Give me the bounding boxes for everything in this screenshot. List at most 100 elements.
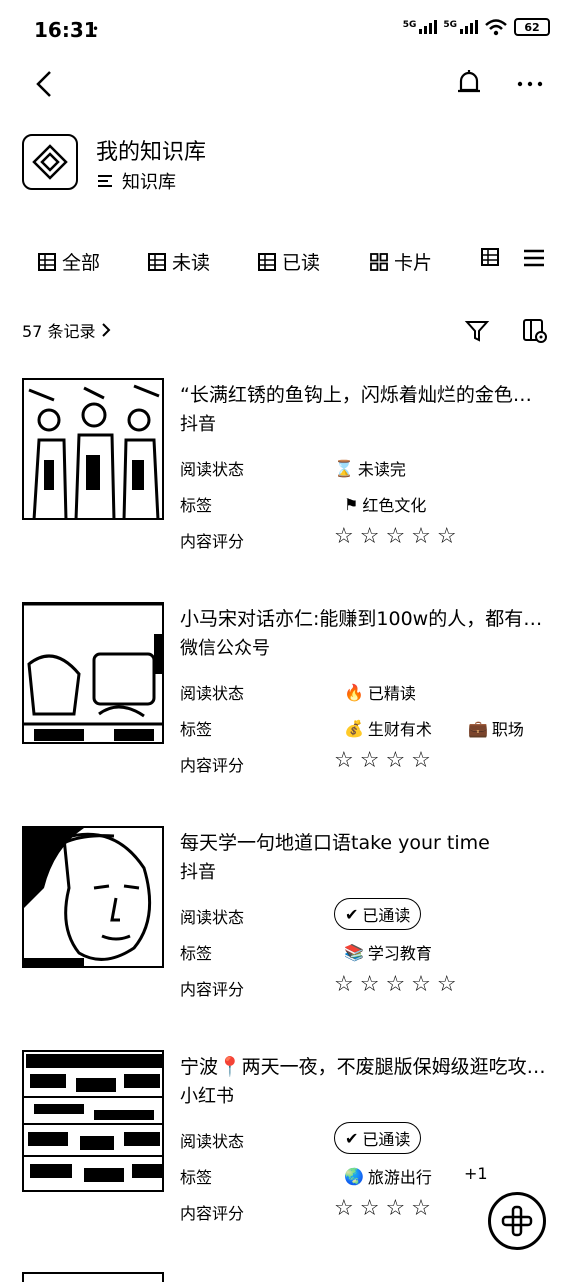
read-status-label: 阅读状态	[180, 460, 245, 479]
item-source: 抖音	[180, 414, 216, 435]
flame-icon: 🔥	[344, 682, 364, 702]
item-thumbnail	[22, 602, 164, 744]
rating-label: 内容评分	[180, 532, 245, 551]
item-title: 每天学一句地道口语take your time	[180, 832, 490, 854]
field-settings-button[interactable]	[522, 318, 548, 344]
thumbnail-image	[24, 1052, 162, 1190]
read-status-text: 已精读	[367, 684, 416, 703]
read-status-value[interactable]: ⌛ 未读完	[334, 456, 406, 480]
tag-chip[interactable]: 🌏 旅游出行	[344, 1164, 432, 1188]
back-button[interactable]	[28, 64, 64, 104]
tag-chip[interactable]: 📚 学习教育	[344, 940, 432, 964]
tag-chip[interactable]: 💼 职场	[468, 716, 524, 740]
signal-icon: 5G	[443, 20, 478, 34]
books-icon: 📚	[344, 942, 364, 962]
star-rating[interactable]: ☆☆☆☆☆	[334, 972, 463, 997]
tab-unread[interactable]: 未读	[148, 248, 210, 275]
status-time: 16:31	[34, 18, 98, 42]
tag-text: 职场	[491, 720, 524, 739]
tab-label: 全部	[62, 252, 101, 274]
checkmark-icon: ✔	[345, 904, 359, 924]
list-item[interactable]: 宁波📍两天一夜，不废腿版保姆级逛吃攻… 小红书 阅读状态 ✔ 已通读 标签 🌏 …	[22, 1050, 562, 1250]
read-status-value[interactable]: ✔ 已通读	[334, 898, 422, 930]
tag-chip[interactable]: ⚑ 红色文化	[344, 492, 426, 516]
page-subtitle[interactable]: 知识库	[96, 168, 176, 194]
read-status-value[interactable]: ✔ 已通读	[334, 1122, 422, 1154]
item-title: “长满红锈的鱼钩上，闪烁着灿烂的金色…	[180, 384, 532, 406]
more-tags-count[interactable]: +1	[464, 1164, 488, 1183]
plus-icon	[501, 1205, 533, 1237]
tag-text: 学习教育	[367, 944, 432, 963]
hourglass-icon: ⌛	[334, 458, 354, 478]
chevron-right-icon	[102, 323, 111, 337]
tab-label: 已读	[282, 252, 321, 274]
item-thumbnail	[22, 1050, 164, 1192]
thumbnail-image	[24, 604, 162, 742]
battery-icon: 62	[514, 18, 550, 36]
page-title: 我的知识库	[96, 140, 207, 165]
bell-button[interactable]	[454, 68, 484, 100]
read-status-text: 未读完	[357, 460, 406, 479]
chevron-left-icon	[36, 71, 51, 97]
tab-read[interactable]: 已读	[258, 248, 320, 275]
star-rating[interactable]: ☆☆☆☆☆	[334, 524, 463, 549]
item-thumbnail	[22, 378, 164, 520]
tab-label: 卡片	[394, 252, 433, 274]
globe-icon: 🌏	[344, 1166, 364, 1186]
read-status-text: 已通读	[362, 906, 411, 925]
flag-icon: ⚑	[344, 494, 359, 514]
list-item[interactable]: 每天学一句地道口语take your time 抖音 阅读状态 ✔ 已通读 标签…	[22, 826, 562, 1026]
record-count-label: 57 条记录	[22, 322, 96, 341]
status-icons: 5G 5G 62	[403, 18, 550, 36]
tags-label: 标签	[180, 944, 213, 963]
more-icon	[517, 81, 543, 87]
wifi-icon	[485, 19, 507, 36]
subtitle-label: 知识库	[122, 172, 176, 193]
list-item[interactable]: “长满红锈的鱼钩上，闪烁着灿烂的金色… 抖音 阅读状态 ⌛ 未读完 标签 ⚑ 红…	[22, 378, 562, 578]
network-label: 5G	[443, 20, 457, 30]
record-count[interactable]: 57 条记录	[22, 318, 111, 342]
more-options-button[interactable]	[514, 70, 546, 98]
tag-text: 旅游出行	[367, 1168, 432, 1187]
money-bag-icon: 💰	[344, 718, 364, 738]
view-menu-button[interactable]	[522, 248, 546, 268]
tag-text: 红色文化	[362, 496, 427, 515]
filter-button[interactable]	[464, 318, 490, 344]
star-rating[interactable]: ☆☆☆☆	[334, 1196, 437, 1221]
notification-dot: •	[92, 22, 100, 36]
tab-all[interactable]: 全部	[38, 248, 100, 275]
knowledge-base-logo	[22, 134, 78, 190]
read-status-text: 已通读	[362, 1130, 411, 1149]
thumbnail-image	[24, 828, 162, 966]
table-icon	[38, 252, 56, 271]
bell-icon	[458, 70, 480, 93]
read-status-label: 阅读状态	[180, 1132, 245, 1151]
tags-label: 标签	[180, 720, 213, 739]
tag-chip[interactable]: 💰 生财有术	[344, 716, 432, 740]
checkmark-icon: ✔	[345, 1128, 359, 1148]
star-rating[interactable]: ☆☆☆☆	[334, 748, 437, 773]
filter-icon	[464, 321, 490, 342]
next-item-thumbnail	[22, 1272, 164, 1282]
rating-label: 内容评分	[180, 1204, 245, 1223]
tab-more-views[interactable]	[481, 248, 499, 266]
thumbnail-image	[24, 380, 162, 518]
read-status-value[interactable]: 🔥 已精读	[344, 680, 416, 704]
hamburger-icon	[524, 249, 544, 267]
network-label: 5G	[402, 20, 417, 30]
table-icon	[481, 248, 499, 266]
tab-cards[interactable]: 卡片	[370, 248, 432, 275]
tags-label: 标签	[180, 1168, 213, 1187]
rating-label: 内容评分	[180, 756, 245, 775]
tag-text: 生财有术	[367, 720, 432, 739]
list-item[interactable]: 小马宋对话亦仁:能赚到100w的人，都有… 微信公众号 阅读状态 🔥 已精读 标…	[22, 602, 562, 802]
tab-label: 未读	[172, 252, 211, 274]
add-button[interactable]	[488, 1192, 546, 1250]
table-icon	[148, 252, 166, 271]
item-title: 宁波📍两天一夜，不废腿版保姆级逛吃攻…	[180, 1056, 546, 1078]
read-status-label: 阅读状态	[180, 908, 245, 927]
logo-icon	[32, 144, 68, 180]
read-status-label: 阅读状态	[180, 684, 245, 703]
item-source: 小红书	[180, 1086, 234, 1107]
list-icon	[98, 175, 112, 187]
